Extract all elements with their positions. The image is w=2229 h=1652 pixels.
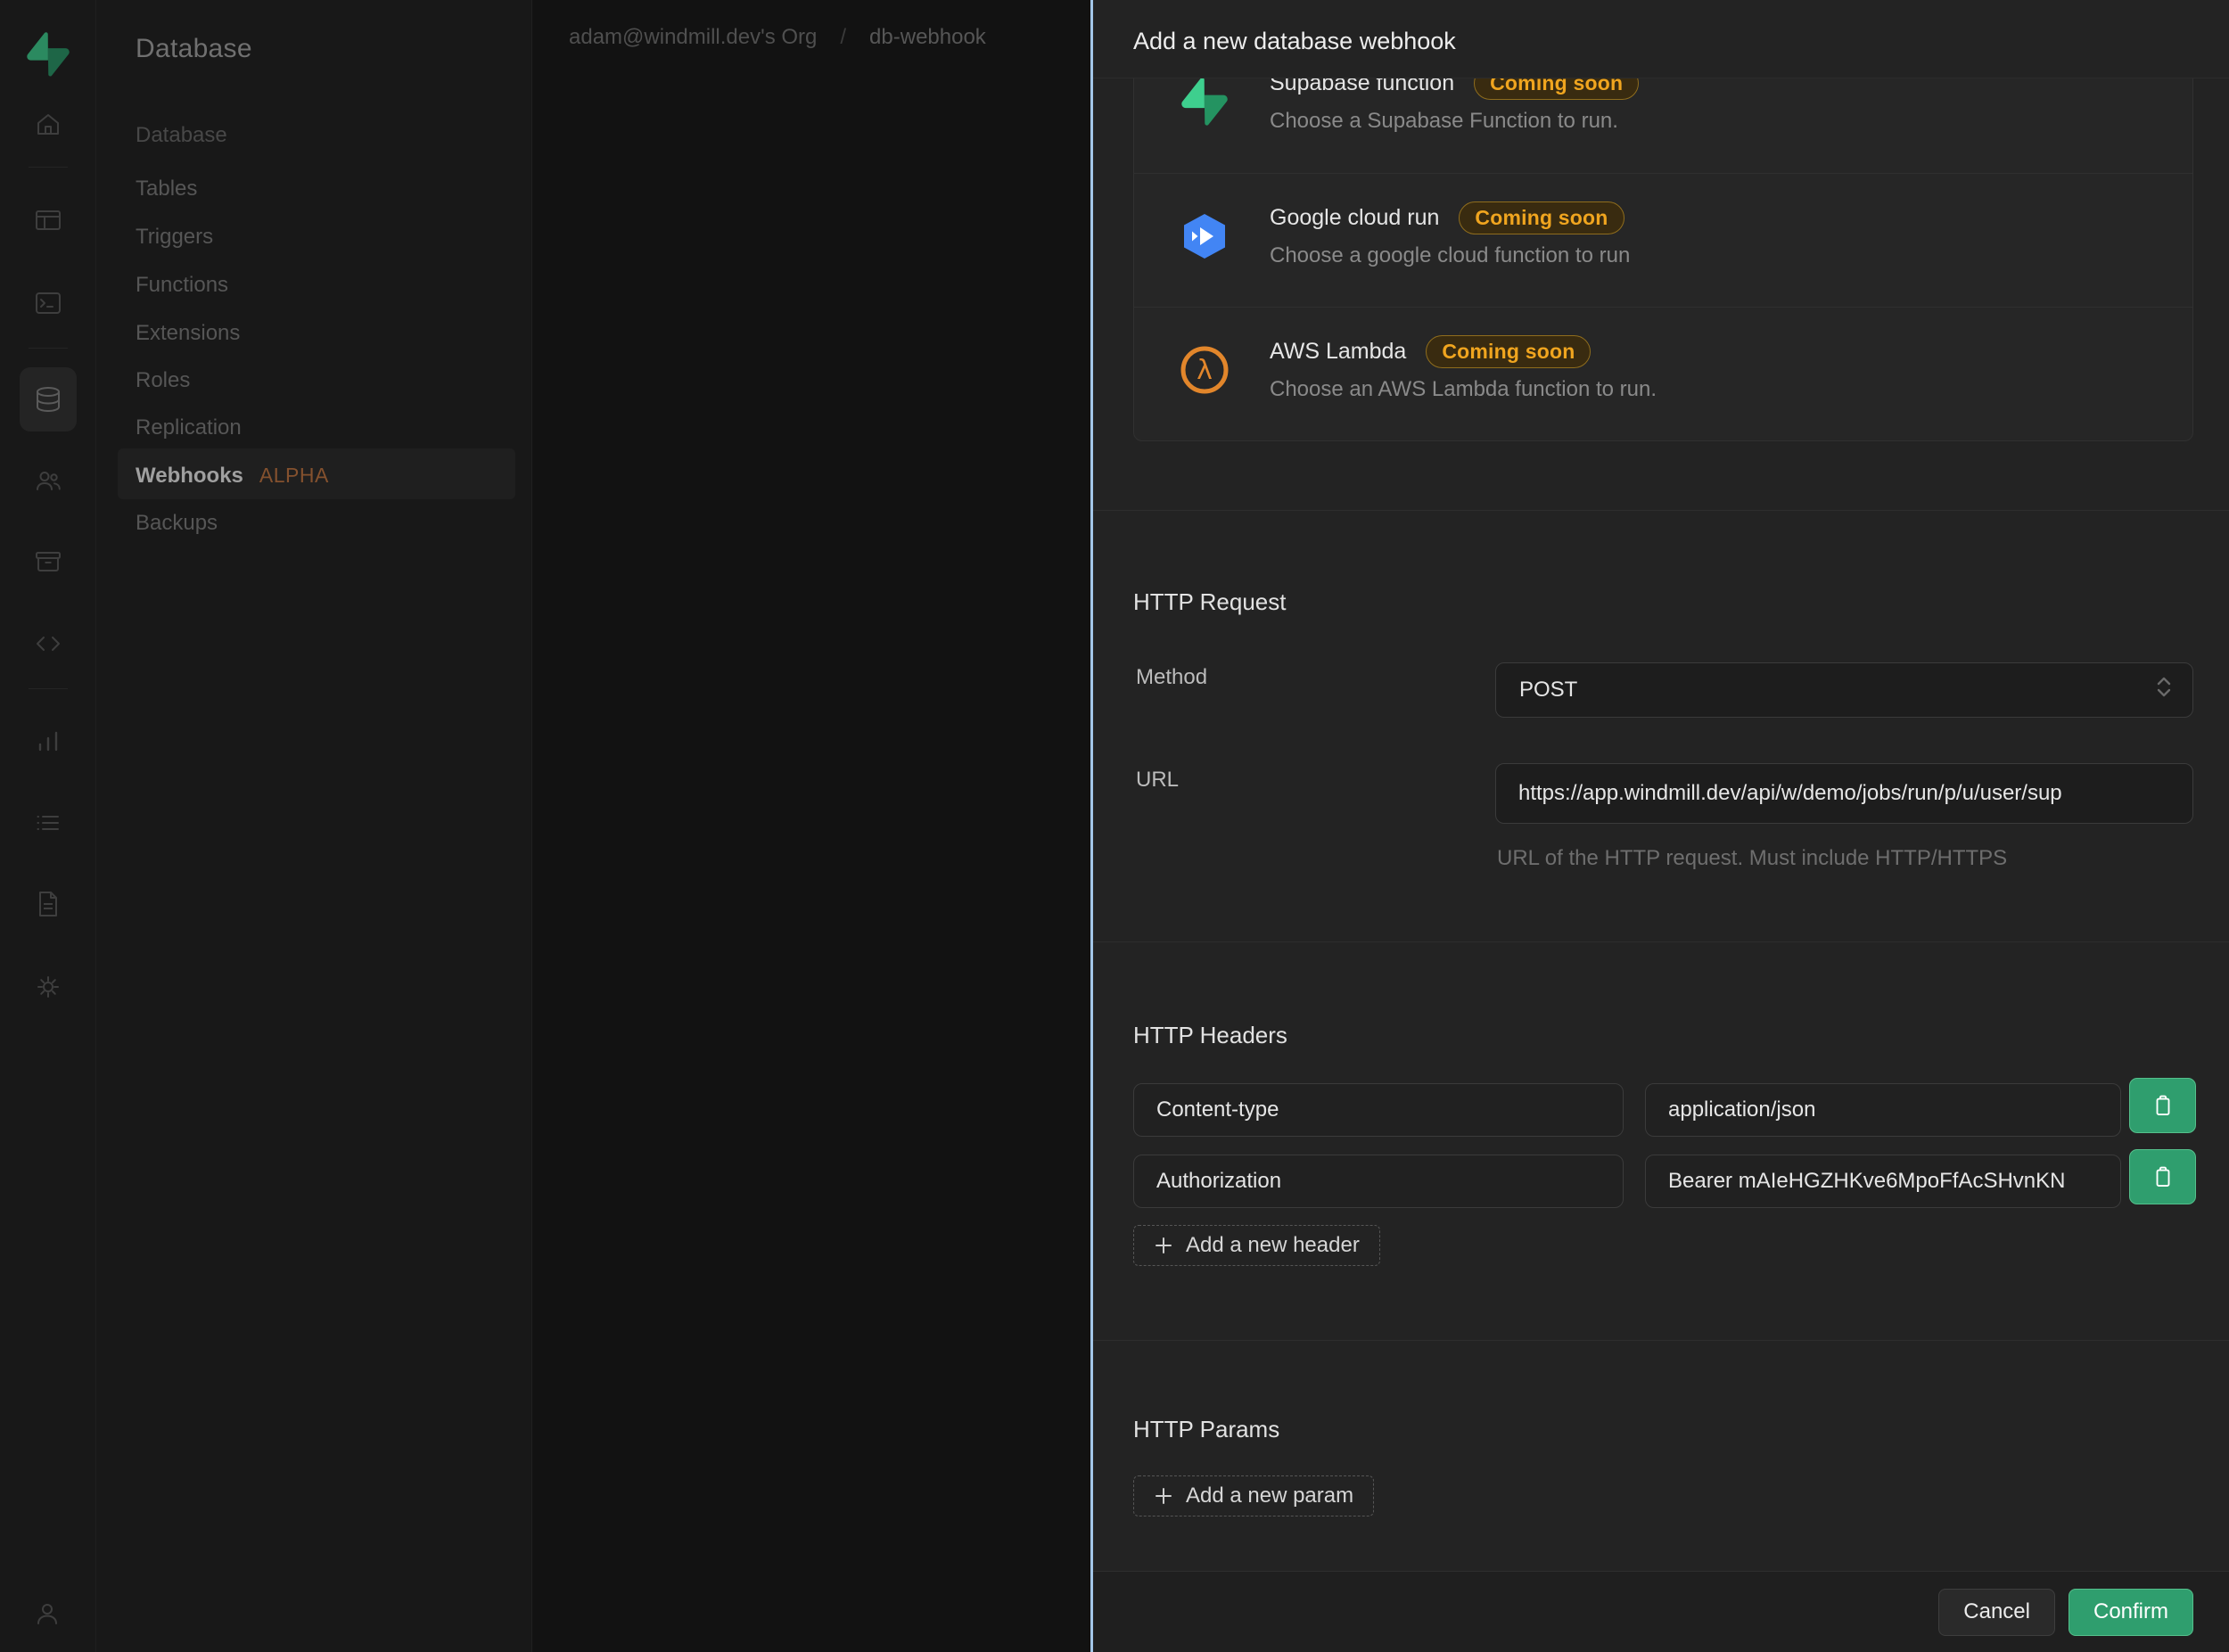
docs-icon[interactable]: [33, 889, 63, 919]
option-description: Choose a google cloud function to run: [1270, 243, 1631, 267]
sidebar-item-replication[interactable]: Replication: [136, 415, 242, 440]
coming-soon-badge: Coming soon: [1474, 78, 1640, 100]
database-icon[interactable]: [33, 384, 63, 415]
add-param-button[interactable]: Add a new param: [1133, 1475, 1375, 1516]
storage-icon[interactable]: [33, 547, 63, 577]
url-label: URL: [1136, 768, 1180, 792]
method-label: Method: [1136, 665, 1208, 689]
sidebar-section-label: Database: [136, 123, 227, 147]
settings-gear-icon[interactable]: [33, 972, 63, 1002]
header-value-input[interactable]: [1645, 1083, 2121, 1137]
sidebar-title: Database: [136, 34, 252, 63]
header-key-input[interactable]: [1133, 1155, 1624, 1208]
sidebar-item-tables[interactable]: Tables: [136, 177, 197, 201]
reports-icon[interactable]: [33, 726, 63, 756]
svg-text:λ: λ: [1197, 355, 1213, 386]
auth-users-icon[interactable]: [33, 465, 63, 496]
plus-icon: [1156, 1237, 1172, 1253]
sql-editor-icon[interactable]: [33, 288, 63, 318]
plus-icon: [1156, 1488, 1172, 1504]
google-cloud-run-icon: [1180, 212, 1229, 260]
panel-footer: Cancel Confirm: [1093, 1571, 2229, 1652]
option-description: Choose an AWS Lambda function to run.: [1270, 377, 1657, 401]
sidebar-item-roles[interactable]: Roles: [136, 368, 190, 393]
webhook-type-options: Supabase function Coming soon Choose a S…: [1133, 78, 2193, 441]
cancel-button[interactable]: Cancel: [1938, 1588, 2055, 1636]
breadcrumb-org[interactable]: adam@windmill.dev's Org: [569, 25, 817, 49]
option-description: Choose a Supabase Function to run.: [1270, 109, 1618, 133]
panel-title: Add a new database webhook: [1133, 28, 1456, 54]
sidebar-item-triggers[interactable]: Triggers: [136, 225, 213, 250]
panel-header: Add a new database webhook: [1093, 0, 2229, 78]
aws-lambda-icon: λ: [1180, 346, 1229, 394]
option-title: AWS Lambda: [1270, 338, 1407, 364]
option-title: Google cloud run: [1270, 204, 1440, 230]
rail-divider: [29, 167, 68, 168]
method-select[interactable]: POST: [1495, 662, 2193, 718]
sidebar-item-functions[interactable]: Functions: [136, 273, 228, 298]
delete-header-button[interactable]: [2129, 1078, 2196, 1133]
url-input[interactable]: [1495, 763, 2193, 824]
add-param-label: Add a new param: [1186, 1484, 1354, 1508]
panel-body: Supabase function Coming soon Choose a S…: [1093, 78, 2229, 1571]
method-value: POST: [1519, 678, 1578, 702]
sidebar-item-backups[interactable]: Backups: [136, 511, 218, 536]
option-google-cloud-run[interactable]: Google cloud run Coming soon Choose a go…: [1134, 173, 2192, 307]
breadcrumb-project[interactable]: db-webhook: [869, 25, 986, 49]
section-divider: [1093, 941, 2229, 942]
trash-icon: [2156, 1095, 2169, 1115]
supabase-logo[interactable]: [27, 32, 70, 77]
app-root: Database Database Tables Triggers Functi…: [0, 0, 2229, 1652]
add-webhook-panel: Add a new database webhook Supabase func…: [1090, 0, 2229, 1652]
option-title: Supabase function: [1270, 78, 1455, 95]
profile-icon[interactable]: [33, 1599, 63, 1629]
home-icon[interactable]: [33, 110, 63, 140]
supabase-function-icon: [1180, 78, 1229, 126]
rail-divider: [29, 348, 68, 349]
coming-soon-badge: Coming soon: [1459, 201, 1624, 234]
table-editor-icon[interactable]: [33, 205, 63, 235]
http-request-heading: HTTP Request: [1133, 588, 1287, 615]
sidebar-item-webhooks[interactable]: Webhooks ALPHA: [136, 464, 329, 489]
sidebar-item-extensions[interactable]: Extensions: [136, 321, 240, 346]
alpha-badge: ALPHA: [259, 464, 329, 487]
api-code-icon[interactable]: [33, 629, 63, 659]
rail-divider: [29, 688, 68, 689]
database-sidebar: Database Database Tables Triggers Functi…: [96, 0, 532, 1652]
option-supabase-function[interactable]: Supabase function Coming soon Choose a S…: [1134, 78, 2192, 173]
confirm-button[interactable]: Confirm: [2068, 1588, 2193, 1636]
nav-rail: [0, 0, 96, 1652]
breadcrumb: adam@windmill.dev's Org / db-webhook: [569, 25, 986, 50]
logs-icon[interactable]: [33, 808, 63, 838]
section-divider: [1093, 1340, 2229, 1341]
trash-icon: [2156, 1166, 2169, 1187]
http-params-heading: HTTP Params: [1133, 1416, 1280, 1442]
url-helper-text: URL of the HTTP request. Must include HT…: [1497, 846, 2008, 870]
delete-header-button[interactable]: [2129, 1149, 2196, 1204]
add-header-button[interactable]: Add a new header: [1133, 1225, 1380, 1266]
header-key-input[interactable]: [1133, 1083, 1624, 1137]
http-headers-heading: HTTP Headers: [1133, 1022, 1287, 1048]
option-aws-lambda[interactable]: λ AWS Lambda Coming soon Choose an AWS L…: [1134, 307, 2192, 440]
select-chevrons-icon: [2155, 676, 2173, 705]
breadcrumb-separator: /: [840, 25, 847, 49]
section-divider: [1093, 510, 2229, 511]
add-header-label: Add a new header: [1186, 1233, 1360, 1257]
header-value-input[interactable]: [1645, 1155, 2121, 1208]
coming-soon-badge: Coming soon: [1426, 334, 1592, 368]
sidebar-item-label: Webhooks: [136, 464, 243, 488]
